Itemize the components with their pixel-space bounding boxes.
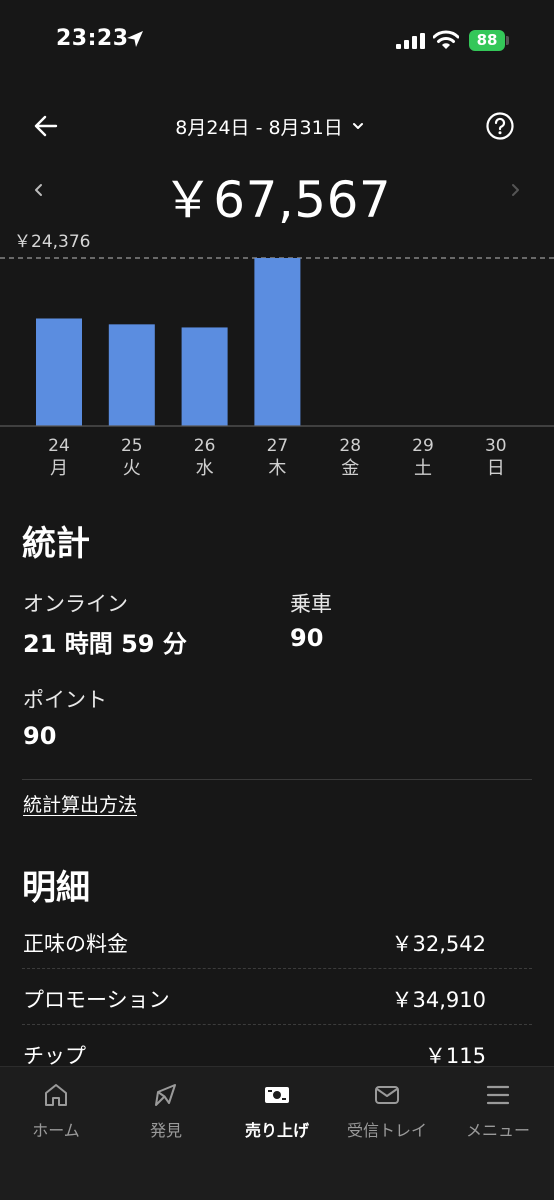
row-divider <box>22 968 532 969</box>
net-fare-label: 正味の料金 <box>23 932 128 956</box>
bottom-navigation: ホーム 発見 売り上げ 受信トレイ メニュー <box>0 1066 554 1200</box>
points-label: ポイント <box>23 688 107 712</box>
chart-weekday-label: 金 <box>341 458 359 479</box>
battery-indicator: 88 <box>469 30 505 51</box>
home-icon <box>45 1084 67 1106</box>
chevron-down-icon <box>352 123 363 129</box>
nav-discover-label: 発見 <box>149 1121 182 1140</box>
compass-icon <box>155 1084 176 1106</box>
status-time: 23:23 <box>56 26 129 51</box>
nav-discover[interactable]: 発見 <box>111 1081 221 1141</box>
nav-home-label: ホーム <box>32 1121 80 1140</box>
chart-weekday-label: 土 <box>414 458 432 479</box>
chart-day-label: 29 <box>412 436 434 456</box>
online-value: 21 時間 59 分 <box>23 630 187 658</box>
net-fare-value: ￥32,542 <box>391 932 486 956</box>
cellular-signal-icon <box>396 33 425 49</box>
chart-weekday-label: 日 <box>487 458 505 479</box>
nav-home[interactable]: ホーム <box>1 1081 111 1141</box>
location-arrow-icon <box>127 31 143 47</box>
chart-day-label: 24 <box>48 436 70 456</box>
rides-label: 乗車 <box>290 592 332 616</box>
battery-nub <box>506 36 509 45</box>
chart-day-label: 25 <box>121 436 143 456</box>
details-title: 明細 <box>22 868 90 908</box>
stats-method-link[interactable]: 統計算出方法 <box>23 790 137 817</box>
chart-weekday-label: 木 <box>268 458 286 479</box>
date-range-label: 8月24日 - 8月31日 <box>175 116 343 139</box>
nav-earnings[interactable]: 売り上げ <box>222 1081 332 1141</box>
date-range-selector[interactable]: 8月24日 - 8月31日 <box>150 110 390 142</box>
nav-menu[interactable]: メニュー <box>443 1081 553 1141</box>
chart-max-label: ￥24,376 <box>14 232 90 252</box>
rides-value: 90 <box>290 624 324 652</box>
menu-icon <box>486 1085 510 1105</box>
stats-divider <box>22 779 532 780</box>
chart-day-label: 26 <box>194 436 216 456</box>
promotion-value: ￥34,910 <box>391 988 486 1012</box>
nav-inbox-label: 受信トレイ <box>346 1121 427 1140</box>
online-label: オンライン <box>23 592 128 616</box>
help-icon[interactable] <box>485 111 515 141</box>
chart-bar <box>181 327 228 426</box>
points-value: 90 <box>23 722 57 750</box>
chart-weekday-label: 火 <box>123 458 141 479</box>
chart-day-label: 27 <box>267 436 289 456</box>
nav-menu-label: メニュー <box>465 1121 530 1140</box>
mail-icon <box>375 1086 399 1104</box>
chart-day-label: 30 <box>485 436 507 456</box>
chart-bar <box>108 324 155 426</box>
nav-earnings-label: 売り上げ <box>244 1121 309 1140</box>
chart-bar <box>36 318 82 426</box>
chart-day-label: 28 <box>339 436 361 456</box>
row-divider <box>22 1024 532 1025</box>
status-bar: 23:23 88 <box>0 0 554 84</box>
chart-bar <box>254 258 301 426</box>
chart-weekday-label: 水 <box>196 458 214 479</box>
stats-title: 統計 <box>22 524 90 564</box>
promotion-label: プロモーション <box>23 988 170 1012</box>
nav-inbox[interactable]: 受信トレイ <box>332 1081 442 1141</box>
earnings-bar-chart: ￥24,376 24月 25火 26水 27木 28金 29土 30日 <box>0 232 554 479</box>
back-arrow-icon[interactable] <box>32 112 60 140</box>
earnings-icon <box>265 1087 289 1103</box>
next-week-chevron-icon[interactable] <box>506 176 524 204</box>
wifi-icon <box>433 30 459 49</box>
chart-weekday-label: 月 <box>50 458 68 479</box>
